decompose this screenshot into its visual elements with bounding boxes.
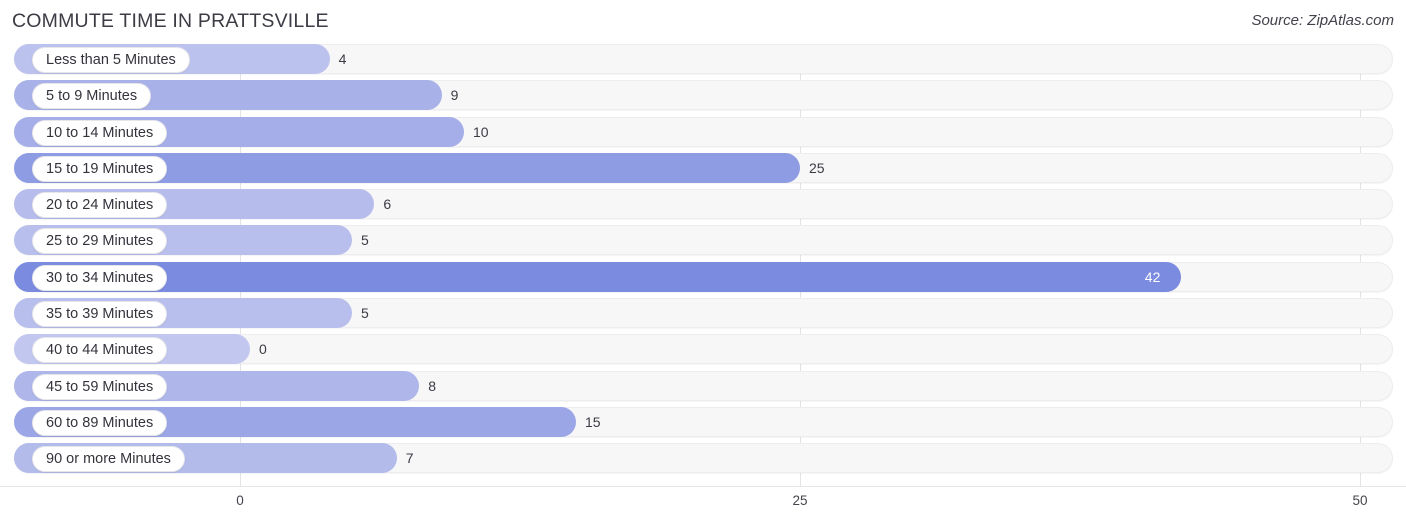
chart-plot-area: Less than 5 Minutes 4 5 to 9 Minutes 9 10 to… (0, 44, 1406, 486)
bar-rows: Less than 5 Minutes 4 5 to 9 Minutes 9 10 to… (0, 44, 1406, 480)
chart-header: COMMUTE TIME IN PRATTSVILLE Source: ZipA… (0, 0, 1406, 44)
axis-tick-label: 25 (792, 493, 808, 508)
bar-row: 35 to 39 Minutes 5 (0, 298, 1406, 329)
value-label: 4 (338, 51, 347, 67)
value-label: 9 (450, 87, 459, 104)
category-label: 20 to 24 Minutes (32, 192, 168, 219)
category-label: Less than 5 Minutes (32, 47, 190, 73)
source-attribution: Source: ZipAtlas.com (1251, 12, 1394, 29)
value-label: 5 (361, 232, 369, 249)
category-label: 5 to 9 Minutes (32, 83, 152, 110)
category-label: 35 to 39 Minutes (32, 301, 168, 328)
value-label: 15 (585, 413, 601, 430)
category-label: 10 to 14 Minutes (32, 119, 168, 146)
bar-row: Less than 5 Minutes 4 (0, 44, 1406, 74)
axis-tick-label: 0 (236, 493, 244, 508)
x-axis: 0 25 50 (0, 486, 1406, 524)
bar-row: 60 to 89 Minutes 15 (0, 406, 1406, 437)
value-label: 6 (383, 196, 392, 213)
category-label: 15 to 19 Minutes (32, 155, 168, 182)
bar-row: 5 to 9 Minutes 9 (0, 80, 1406, 111)
bar-row: 90 or more Minutes 7 (0, 443, 1406, 474)
value-bar[interactable] (14, 261, 1181, 292)
value-label: 0 (259, 341, 267, 358)
value-label: 5 (361, 305, 369, 322)
value-label: 8 (428, 377, 436, 394)
bar-row: 45 to 59 Minutes 8 (0, 370, 1406, 401)
axis-line (0, 486, 1406, 487)
value-label: 25 (809, 159, 825, 176)
value-label: 7 (405, 450, 414, 467)
bar-row: 20 to 24 Minutes 6 (0, 189, 1406, 220)
bar-row: 30 to 34 Minutes 42 (0, 261, 1406, 292)
category-label: 25 to 29 Minutes (32, 228, 168, 255)
category-label: 60 to 89 Minutes (32, 409, 168, 436)
axis-tick-label: 50 (1352, 493, 1368, 508)
category-label: 40 to 44 Minutes (32, 337, 168, 364)
category-label: 90 or more Minutes (32, 446, 185, 473)
bar-row: 40 to 44 Minutes 0 (0, 334, 1406, 365)
page-title: COMMUTE TIME IN PRATTSVILLE (12, 10, 329, 32)
bar-row: 10 to 14 Minutes 10 (0, 116, 1406, 147)
category-label: 45 to 59 Minutes (32, 373, 168, 400)
bar-row: 25 to 29 Minutes 5 (0, 225, 1406, 256)
bar-row: 15 to 19 Minutes 25 (0, 152, 1406, 183)
category-label: 30 to 34 Minutes (32, 264, 168, 291)
value-label: 42 (1144, 268, 1161, 285)
value-label: 10 (473, 123, 489, 140)
